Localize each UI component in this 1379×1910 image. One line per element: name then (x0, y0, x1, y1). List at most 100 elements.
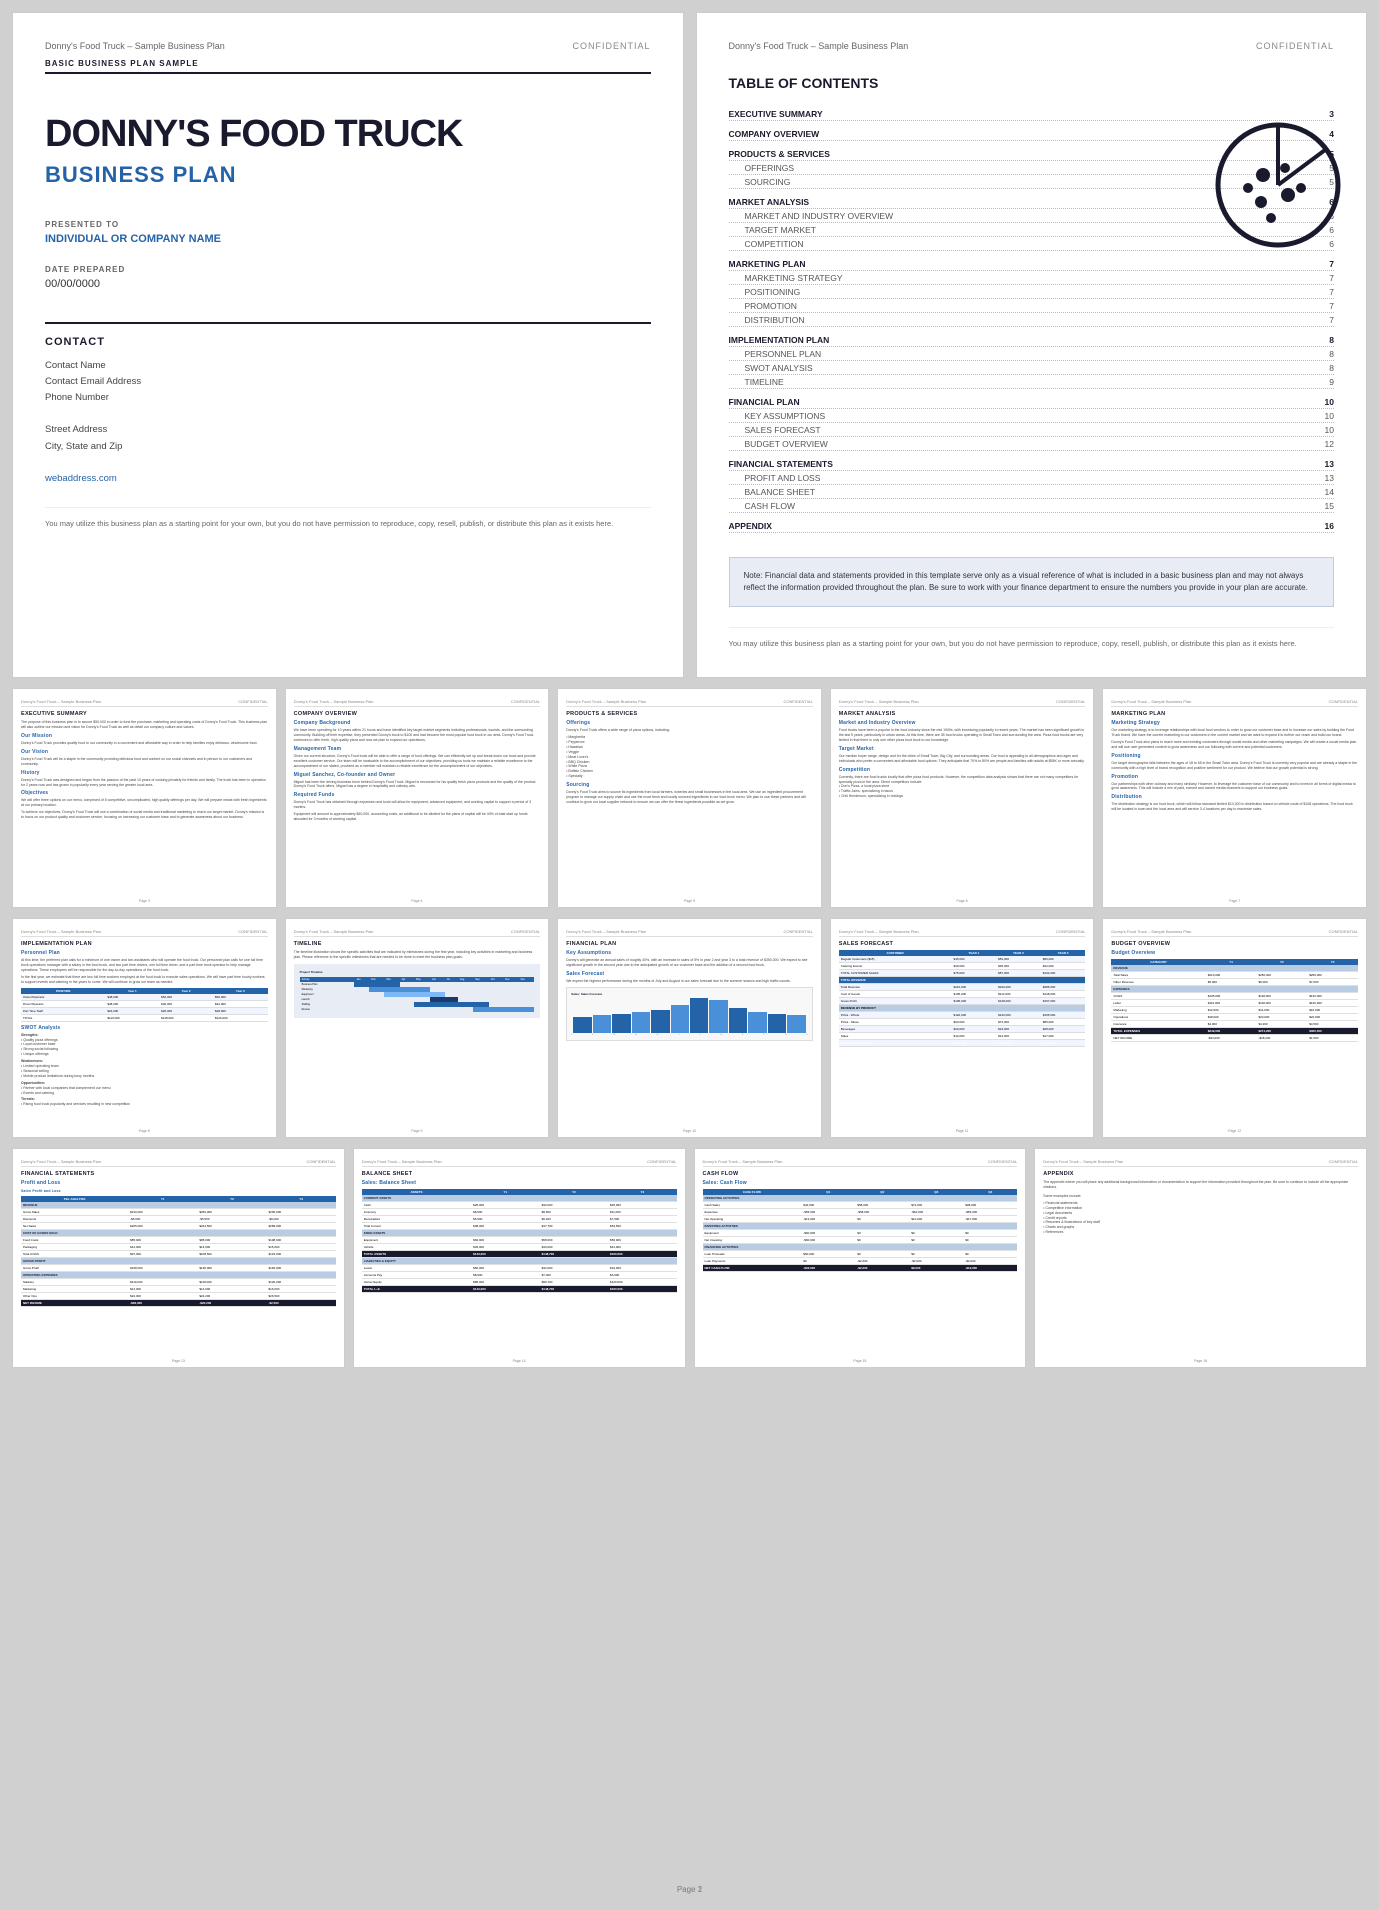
page2-disclaimer: You may utilize this business plan as a … (729, 627, 1335, 649)
page-4: Donny's Food Truck – Sample Business Pla… (285, 688, 550, 908)
page14-title: BALANCE SHEET (362, 1171, 677, 1177)
page9-header: Donny's Food Truck – Sample Business Pla… (294, 929, 541, 937)
personnel-table: POSITIONYear 1Year 2Year 3 Owner/Operato… (21, 988, 268, 1022)
toc-assumptions: KEY ASSUMPTIONS 10 (729, 409, 1335, 423)
toc-mktg-strategy: MARKETING STRATEGY 7 (729, 271, 1335, 285)
page3-num: Page 3 (13, 899, 276, 903)
date-value: 00/00/0000 (45, 278, 651, 290)
page16-num: Page 16 (1035, 1359, 1366, 1363)
page7-header: Donny's Food Truck – Sample Business Pla… (1111, 699, 1358, 707)
budget-table: CATEGORYY1Y2Y3 REVENUE Total Sales$210,0… (1111, 959, 1358, 1042)
small-pages-row: Donny's Food Truck – Sample Business Pla… (0, 678, 1379, 918)
pnl-table: P&L ANALYSISY1Y2Y3 REVENUE Gross Sales$2… (21, 1196, 336, 1307)
date-label: DATE PREPARED (45, 265, 651, 274)
contact-phone: Phone Number (45, 390, 651, 406)
page15-header: Donny's Food Truck – Sample Business Pla… (703, 1159, 1018, 1167)
toc-executive-summary: EXECUTIVE SUMMARY 3 (729, 107, 1335, 121)
page2-confidential: CONFIDENTIAL (1256, 41, 1334, 51)
page13-num: Page 13 (13, 1359, 344, 1363)
page8-title: IMPLEMENTATION PLAN (21, 941, 268, 947)
toc-appendix: APPENDIX 16 (729, 519, 1335, 533)
company-name: DONNY'S FOOD TRUCK (45, 114, 651, 156)
pizza-icon (1213, 120, 1343, 250)
page1-header: Donny's Food Truck – Sample Business Pla… (45, 41, 651, 51)
page1-disclaimer: You may utilize this business plan as a … (45, 507, 651, 529)
toc-budget: BUDGET OVERVIEW 12 (729, 437, 1335, 451)
toc-statements: FINANCIAL STATEMENTS 13 (729, 457, 1335, 471)
page14-header: Donny's Food Truck – Sample Business Pla… (362, 1159, 677, 1167)
page6-num: Page 6 (831, 899, 1094, 903)
page-16: Donny's Food Truck – Sample Business Pla… (1034, 1148, 1367, 1368)
page10-title: FINANCIAL PLAN (566, 941, 813, 947)
page3-header: Donny's Food Truck – Sample Business Pla… (21, 699, 268, 707)
page-5: Donny's Food Truck – Sample Business Pla… (557, 688, 822, 908)
page-6: Donny's Food Truck – Sample Business Pla… (830, 688, 1095, 908)
page1-confidential: CONFIDENTIAL (572, 41, 650, 51)
cashflow-table: CASH FLOWQ1Q2Q3Q4 OPERATING ACTIVITIES C… (703, 1189, 1018, 1272)
page5-header: Donny's Food Truck – Sample Business Pla… (566, 699, 813, 707)
page7-num: Page 7 (1103, 899, 1366, 903)
page-2: Donny's Food Truck – Sample Business Pla… (696, 12, 1368, 678)
presented-to-label: PRESENTED TO (45, 220, 651, 229)
toc-note: Note: Financial data and statements prov… (729, 557, 1335, 607)
page12-header: Donny's Food Truck – Sample Business Pla… (1111, 929, 1358, 937)
page12-num: Page 12 (1103, 1129, 1366, 1133)
page11-header: Donny's Food Truck – Sample Business Pla… (839, 929, 1086, 937)
page4-num: Page 4 (286, 899, 549, 903)
toc-sales-forecast: SALES FORECAST 10 (729, 423, 1335, 437)
contact-address: Street Address (45, 422, 651, 438)
contact-section: CONTACT Contact Name Contact Email Addre… (45, 322, 651, 487)
page16-title: APPENDIX (1043, 1171, 1358, 1177)
toc-swot: SWOT ANALYSIS 8 (729, 361, 1335, 375)
page3-title: EXECUTIVE SUMMARY (21, 711, 268, 717)
presented-to-value: INDIVIDUAL OR COMPANY NAME (45, 233, 651, 245)
contact-name: Contact Name (45, 358, 651, 374)
page14-num: Page 14 (354, 1359, 685, 1363)
page9-title: TIMELINE (294, 941, 541, 947)
page-10: Donny's Food Truck – Sample Business Pla… (557, 918, 822, 1138)
toc-cashflow: CASH FLOW 15 (729, 499, 1335, 513)
page10-header: Donny's Food Truck – Sample Business Pla… (566, 929, 813, 937)
page1-header-title: Donny's Food Truck – Sample Business Pla… (45, 41, 225, 51)
page6-header: Donny's Food Truck – Sample Business Pla… (839, 699, 1086, 707)
toc-implementation: IMPLEMENTATION PLAN 8 (729, 333, 1335, 347)
toc-financial: FINANCIAL PLAN 10 (729, 395, 1335, 409)
medium-pages-row: Donny's Food Truck – Sample Business Pla… (0, 918, 1379, 1148)
page11-num: Page 11 (831, 1129, 1094, 1133)
toc-balance: BALANCE SHEET 14 (729, 485, 1335, 499)
page-8: Donny's Food Truck – Sample Business Pla… (12, 918, 277, 1138)
toc-marketing: MARKETING PLAN 7 (729, 257, 1335, 271)
sales-table: CUSTOMERYEAR 1YEAR 2YEAR 3 Regular Custo… (839, 950, 1086, 1047)
page-3: Donny's Food Truck – Sample Business Pla… (12, 688, 277, 908)
page13-header: Donny's Food Truck – Sample Business Pla… (21, 1159, 336, 1167)
page6-title: MARKET ANALYSIS (839, 711, 1086, 717)
page4-header: Donny's Food Truck – Sample Business Pla… (294, 699, 541, 707)
page-13: Donny's Food Truck – Sample Business Pla… (12, 1148, 345, 1368)
toc-positioning: POSITIONING 7 (729, 285, 1335, 299)
contact-info: Contact Name Contact Email Address Phone… (45, 358, 651, 487)
toc-personnel: PERSONNEL PLAN 8 (729, 347, 1335, 361)
plan-type: BUSINESS PLAN (45, 162, 651, 188)
toc-distribution: DISTRIBUTION 7 (729, 313, 1335, 327)
page8-header: Donny's Food Truck – Sample Business Pla… (21, 929, 268, 937)
page16-header: Donny's Food Truck – Sample Business Pla… (1043, 1159, 1358, 1167)
page11-title: SALES FORECAST (839, 941, 1086, 947)
page10-num: Page 10 (558, 1129, 821, 1133)
page-14: Donny's Food Truck – Sample Business Pla… (353, 1148, 686, 1368)
page5-title: PRODUCTS & SERVICES (566, 711, 813, 717)
toc-title: TABLE OF CONTENTS (729, 75, 1335, 91)
balance-sheet-table: ASSETSY1Y2Y3 CURRENT ASSETS Cash$25,000$… (362, 1189, 677, 1293)
page5-num: Page 5 (558, 899, 821, 903)
page8-num: Page 8 (13, 1129, 276, 1133)
bottom-pages-row: Donny's Food Truck – Sample Business Pla… (0, 1148, 1379, 1380)
page-1: Donny's Food Truck – Sample Business Pla… (12, 12, 684, 678)
page12-title: BUDGET OVERVIEW (1111, 941, 1358, 947)
page4-title: COMPANY OVERVIEW (294, 711, 541, 717)
contact-city: City, State and Zip (45, 439, 651, 455)
page7-title: MARKETING PLAN (1111, 711, 1358, 717)
contact-web: webaddress.com (45, 471, 651, 487)
basic-plan-label: BASIC BUSINESS PLAN SAMPLE (45, 59, 651, 68)
toc-timeline: TIMELINE 9 (729, 375, 1335, 389)
page15-title: CASH FLOW (703, 1171, 1018, 1177)
note-text: Note: Financial data and statements prov… (744, 571, 1308, 592)
